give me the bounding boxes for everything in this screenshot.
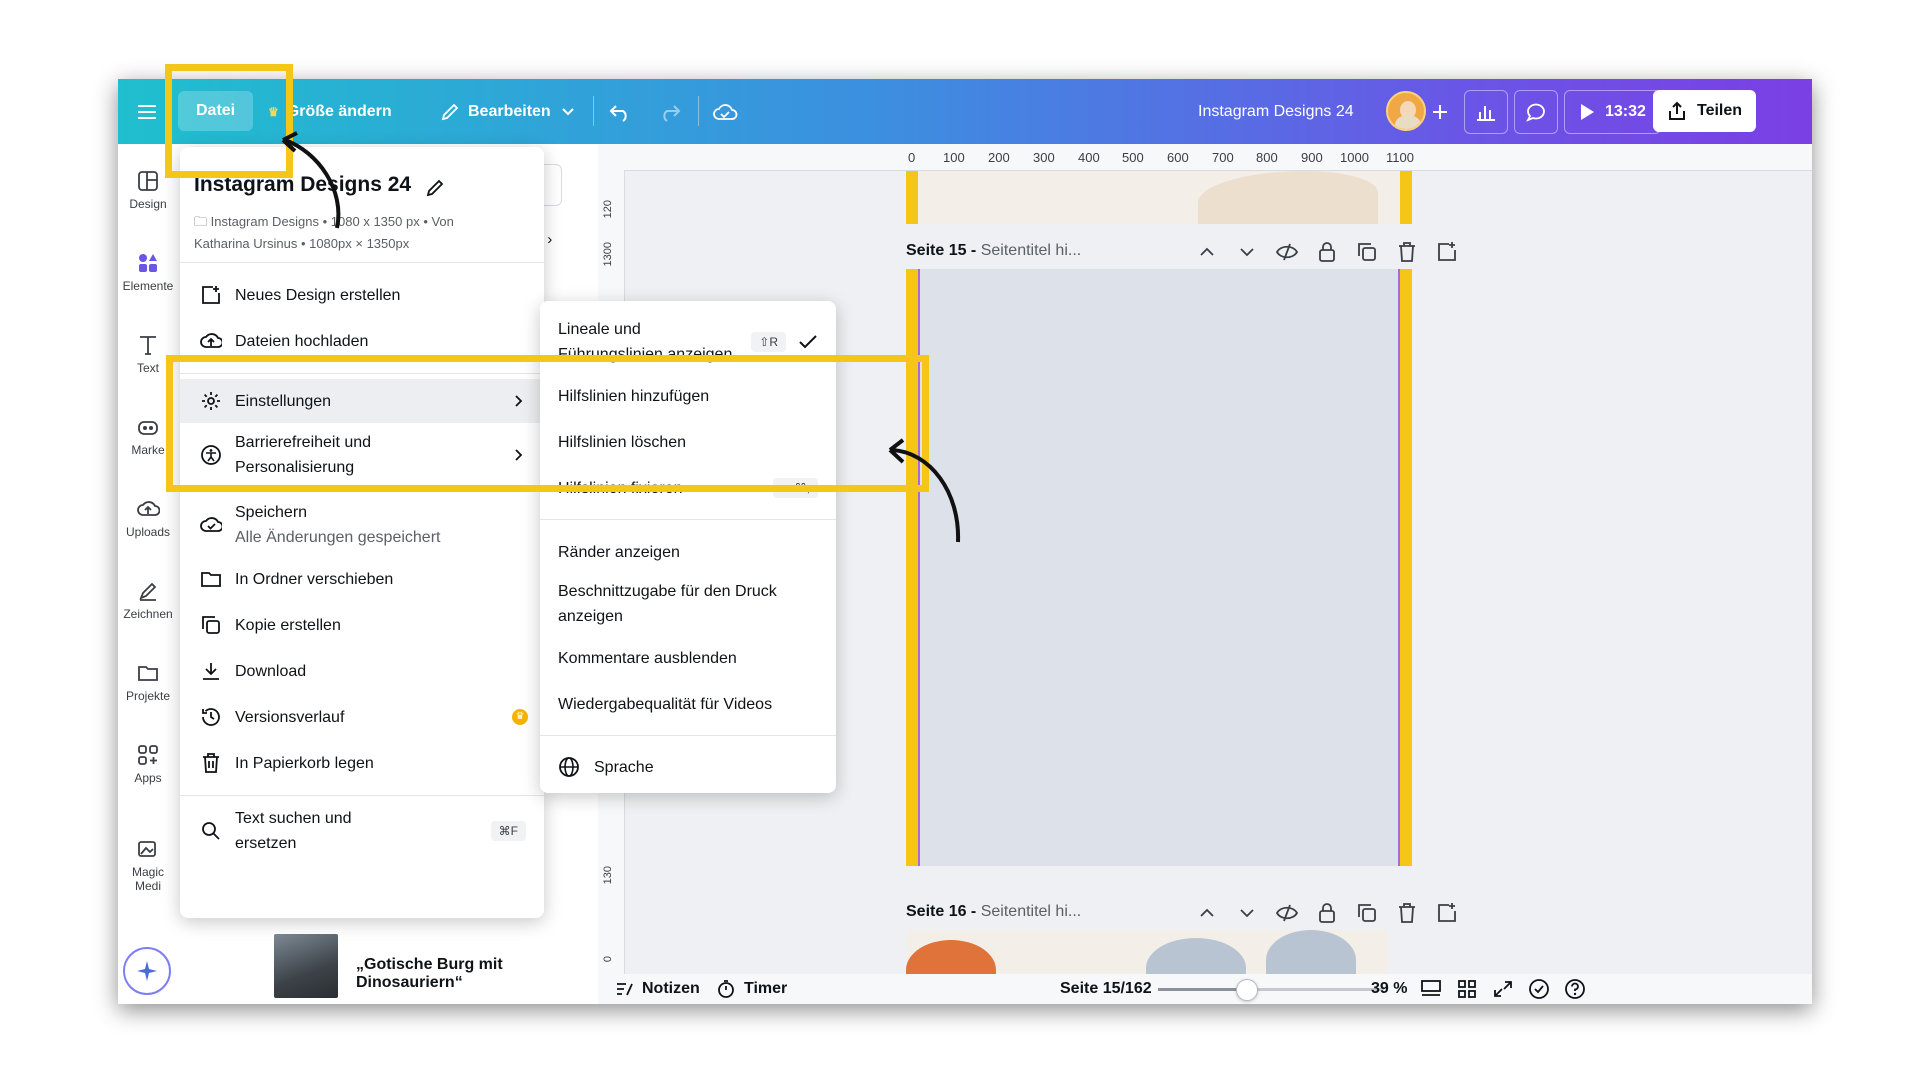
arrow-to-rulers-option bbox=[891, 448, 961, 543]
arrow-to-file-menu bbox=[284, 138, 341, 229]
annotation-arrows bbox=[281, 131, 961, 543]
